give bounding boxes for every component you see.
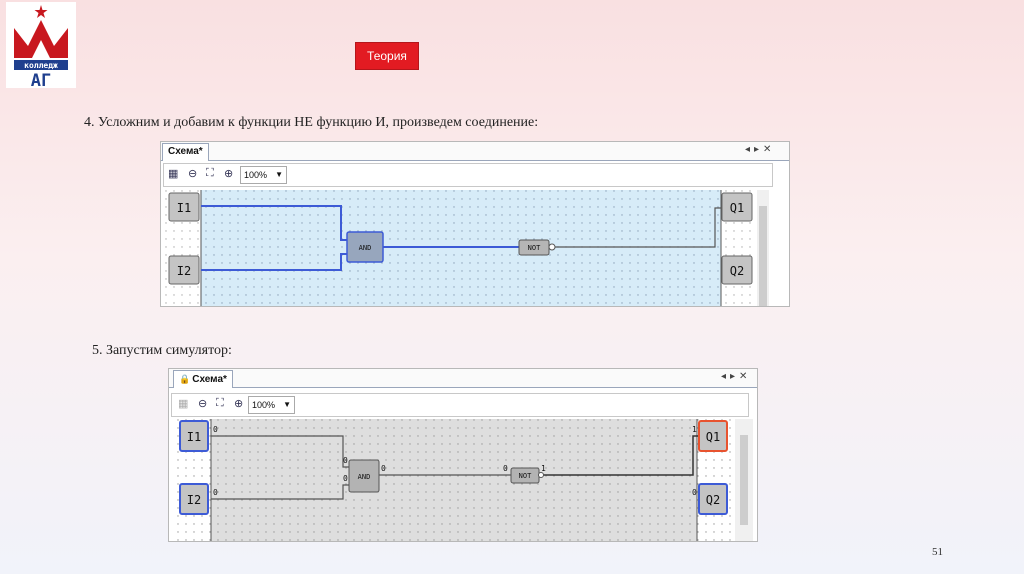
zoom-value: 100% — [244, 170, 268, 180]
svg-text:колледж: колледж — [24, 61, 58, 70]
window-controls[interactable]: ◂▸✕ — [721, 371, 751, 382]
signal-and-out: 0 — [381, 464, 386, 473]
chevron-down-icon: ▼ — [275, 170, 283, 179]
zoom-value: 100% — [252, 400, 276, 410]
output-q2-label: Q2 — [706, 493, 720, 507]
schema-canvas[interactable]: AND NOT I1 I2 Q1 Q2 — [165, 190, 769, 306]
zoom-select[interactable]: 100% ▼ — [248, 396, 295, 414]
tab-bar: 🔒 Схема* ◂▸✕ — [169, 369, 757, 388]
college-logo: колледж АГ — [6, 2, 76, 91]
schema-diagram: AND NOT I1 I2 Q1 Q2 — [165, 190, 769, 306]
simulator-diagram: AND NOT 0 0 0 0 0 0 1 1 0 I1 I2 Q1 Q2 — [177, 419, 753, 541]
zoom-out-icon[interactable]: ⊖ — [188, 167, 197, 180]
output-q1-label: Q1 — [706, 430, 720, 444]
signal-q1: 1 — [692, 425, 697, 434]
signal-not-in: 0 — [503, 464, 508, 473]
page-number: 51 — [932, 546, 943, 558]
schema-toolbar: ▦ ⊖ ⛶ ⊕ 100% ▼ — [163, 163, 773, 187]
grid-icon[interactable]: ▦ — [178, 397, 188, 410]
college-logo-icon: колледж АГ — [14, 5, 68, 91]
simulator-window: 🔒 Схема* ◂▸✕ ▦ ⊖ ⛶ ⊕ 100% ▼ AND NOT 0 0 … — [168, 368, 758, 542]
zoom-in-icon[interactable]: ⊕ — [224, 167, 233, 180]
tab-label: Схема* — [192, 374, 227, 385]
step-4-caption: 4. Усложним и добавим к функции НЕ функц… — [84, 115, 539, 130]
simulator-canvas[interactable]: AND NOT 0 0 0 0 0 0 1 1 0 I1 I2 Q1 Q2 — [177, 419, 753, 541]
signal-and-in2: 0 — [343, 474, 348, 483]
output-q1-label: Q1 — [730, 201, 744, 215]
signal-and-in1: 0 — [343, 456, 348, 465]
step-5-caption: 5. Запустим симулятор: — [92, 343, 232, 358]
tab-schema-locked[interactable]: 🔒 Схема* — [173, 370, 233, 388]
signal-i1: 0 — [213, 425, 218, 434]
not-gate-label: NOT — [528, 244, 541, 252]
zoom-select[interactable]: 100% ▼ — [240, 166, 287, 184]
input-i1-label: I1 — [177, 201, 191, 215]
window-controls[interactable]: ◂▸✕ — [745, 144, 775, 155]
tab-schema[interactable]: Схема* — [162, 143, 209, 161]
input-i2-label: I2 — [177, 264, 191, 278]
input-i1-label: I1 — [187, 430, 201, 444]
zoom-in-icon[interactable]: ⊕ — [234, 397, 243, 410]
output-q2-label: Q2 — [730, 264, 744, 278]
schema-toolbar: ▦ ⊖ ⛶ ⊕ 100% ▼ — [171, 393, 749, 417]
signal-i2: 0 — [213, 488, 218, 497]
schematic-editor-window: Схема* ◂▸✕ ▦ ⊖ ⛶ ⊕ 100% ▼ AND NOT I1 I2 … — [160, 141, 790, 307]
not-gate-label: NOT — [519, 472, 532, 480]
chevron-down-icon: ▼ — [283, 400, 291, 409]
fit-icon[interactable]: ⛶ — [216, 397, 224, 410]
fit-icon[interactable]: ⛶ — [206, 167, 214, 180]
signal-not-out: 1 — [541, 464, 546, 473]
svg-text:АГ: АГ — [31, 71, 51, 88]
signal-q2: 0 — [692, 488, 697, 497]
theory-tag[interactable]: Теория — [356, 43, 418, 69]
grid-icon[interactable]: ▦ — [168, 167, 178, 180]
input-i2-label: I2 — [187, 493, 201, 507]
and-gate-label: AND — [359, 244, 372, 252]
lock-icon: 🔒 — [179, 374, 191, 384]
zoom-out-icon[interactable]: ⊖ — [198, 397, 207, 410]
tab-bar: Схема* ◂▸✕ — [161, 142, 789, 161]
and-gate-label: AND — [358, 473, 371, 481]
